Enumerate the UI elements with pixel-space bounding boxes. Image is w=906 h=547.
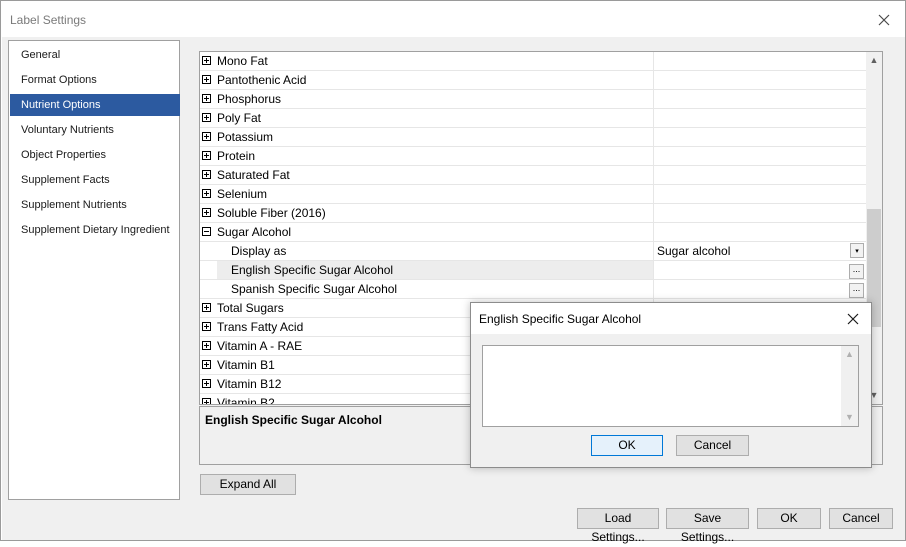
property-name: Potassium — [217, 130, 274, 144]
property-value[interactable] — [653, 90, 866, 108]
property-value[interactable] — [653, 71, 866, 89]
nav-item[interactable]: Supplement Facts — [10, 169, 180, 191]
window-close-button[interactable] — [869, 8, 899, 32]
expand-icon[interactable] — [202, 113, 211, 122]
ok-button[interactable]: OK — [757, 508, 821, 529]
popup-cancel-button[interactable]: Cancel — [676, 435, 749, 456]
scroll-down-icon[interactable]: ▼ — [841, 409, 858, 426]
popup-title-bar: English Specific Sugar Alcohol — [471, 303, 871, 334]
window-title: Label Settings — [10, 13, 87, 27]
expand-icon[interactable] — [202, 398, 211, 404]
dropdown-arrow-icon[interactable]: ▾ — [850, 243, 864, 258]
popup-text-scrollbar[interactable]: ▲ ▼ — [841, 346, 858, 426]
expand-icon[interactable] — [202, 379, 211, 388]
property-name: Display as — [231, 244, 287, 258]
nav-item[interactable]: Supplement Dietary Ingredient — [10, 219, 180, 241]
property-row[interactable]: Mono Fat — [200, 52, 866, 71]
text-editor-popup: English Specific Sugar Alcohol ▲ ▼ OK Ca… — [470, 302, 872, 468]
expand-icon[interactable] — [202, 341, 211, 350]
property-value-text: Sugar alcohol — [657, 244, 731, 258]
property-row[interactable]: Pantothenic Acid — [200, 71, 866, 90]
property-name: Soluble Fiber (2016) — [217, 206, 326, 220]
nav-item[interactable]: Voluntary Nutrients — [10, 119, 180, 141]
property-value[interactable]: Sugar alcohol ▾ — [653, 242, 866, 260]
load-settings-button[interactable]: Load Settings... — [577, 508, 659, 544]
nav-item[interactable]: Nutrient Options — [10, 94, 180, 116]
scroll-up-icon[interactable]: ▲ — [841, 346, 858, 363]
property-row[interactable]: Sugar Alcohol — [200, 223, 866, 242]
property-row[interactable]: Selenium — [200, 185, 866, 204]
property-name: Selenium — [217, 187, 268, 201]
property-row[interactable]: Phosphorus — [200, 90, 866, 109]
expand-icon[interactable] — [202, 56, 211, 65]
expand-icon[interactable] — [202, 75, 211, 84]
property-value[interactable] — [653, 109, 866, 127]
property-value[interactable] — [653, 166, 866, 184]
property-name: Poly Fat — [217, 111, 262, 125]
property-value[interactable]: ... — [653, 280, 866, 298]
property-name: Mono Fat — [217, 54, 268, 68]
expand-icon[interactable] — [202, 132, 211, 141]
property-row[interactable]: Poly Fat — [200, 109, 866, 128]
nav-item[interactable]: Format Options — [10, 69, 180, 91]
property-row[interactable]: Spanish Specific Sugar Alcohol... — [200, 280, 866, 299]
property-name: Spanish Specific Sugar Alcohol — [231, 282, 398, 296]
popup-ok-button[interactable]: OK — [591, 435, 663, 456]
collapse-icon[interactable] — [202, 227, 211, 236]
nav-item[interactable]: Supplement Nutrients — [10, 194, 180, 216]
property-value[interactable] — [653, 185, 866, 203]
property-value[interactable] — [653, 204, 866, 222]
save-settings-button[interactable]: Save Settings... — [666, 508, 749, 544]
expand-icon[interactable] — [202, 170, 211, 179]
ellipsis-button[interactable]: ... — [849, 264, 864, 279]
property-row[interactable]: Potassium — [200, 128, 866, 147]
expand-icon[interactable] — [202, 303, 211, 312]
property-value[interactable] — [653, 147, 866, 165]
close-icon — [878, 14, 890, 26]
settings-nav-list: General Format Options Nutrient Options Vol… — [8, 40, 180, 500]
expand-all-button[interactable]: Expand All — [200, 474, 296, 495]
title-bar: Label Settings — [2, 2, 905, 37]
expand-icon[interactable] — [202, 94, 211, 103]
scroll-up-icon[interactable]: ▲ — [866, 52, 882, 69]
property-row[interactable]: English Specific Sugar Alcohol... — [200, 261, 866, 280]
property-name: Pantothenic Acid — [217, 73, 307, 87]
property-row[interactable]: Soluble Fiber (2016) — [200, 204, 866, 223]
close-icon — [847, 313, 859, 325]
property-name: Sugar Alcohol — [217, 225, 292, 239]
expand-icon[interactable] — [202, 360, 211, 369]
popup-close-button[interactable] — [841, 307, 865, 331]
expand-icon[interactable] — [202, 189, 211, 198]
expand-icon[interactable] — [202, 151, 211, 160]
popup-title: English Specific Sugar Alcohol — [479, 312, 642, 326]
expand-icon[interactable] — [202, 208, 211, 217]
description-title: English Specific Sugar Alcohol — [205, 413, 382, 427]
property-name: Protein — [217, 149, 256, 163]
popup-text-box: ▲ ▼ — [482, 345, 859, 427]
popup-text-input[interactable] — [483, 346, 841, 426]
property-value[interactable] — [653, 52, 866, 70]
nav-item[interactable]: Object Properties — [10, 144, 180, 166]
property-row[interactable]: Saturated Fat — [200, 166, 866, 185]
property-name: Saturated Fat — [217, 168, 290, 182]
expand-icon[interactable] — [202, 322, 211, 331]
property-row[interactable]: Display as Sugar alcohol ▾ — [200, 242, 866, 261]
property-row[interactable]: Protein — [200, 147, 866, 166]
nav-item[interactable]: General — [10, 44, 180, 66]
property-value[interactable] — [653, 223, 866, 241]
property-name: English Specific Sugar Alcohol — [217, 261, 653, 279]
property-value[interactable] — [653, 128, 866, 146]
property-value[interactable]: ... — [653, 261, 866, 279]
property-name: Phosphorus — [217, 92, 282, 106]
cancel-button[interactable]: Cancel — [829, 508, 893, 529]
ellipsis-button[interactable]: ... — [849, 283, 864, 298]
